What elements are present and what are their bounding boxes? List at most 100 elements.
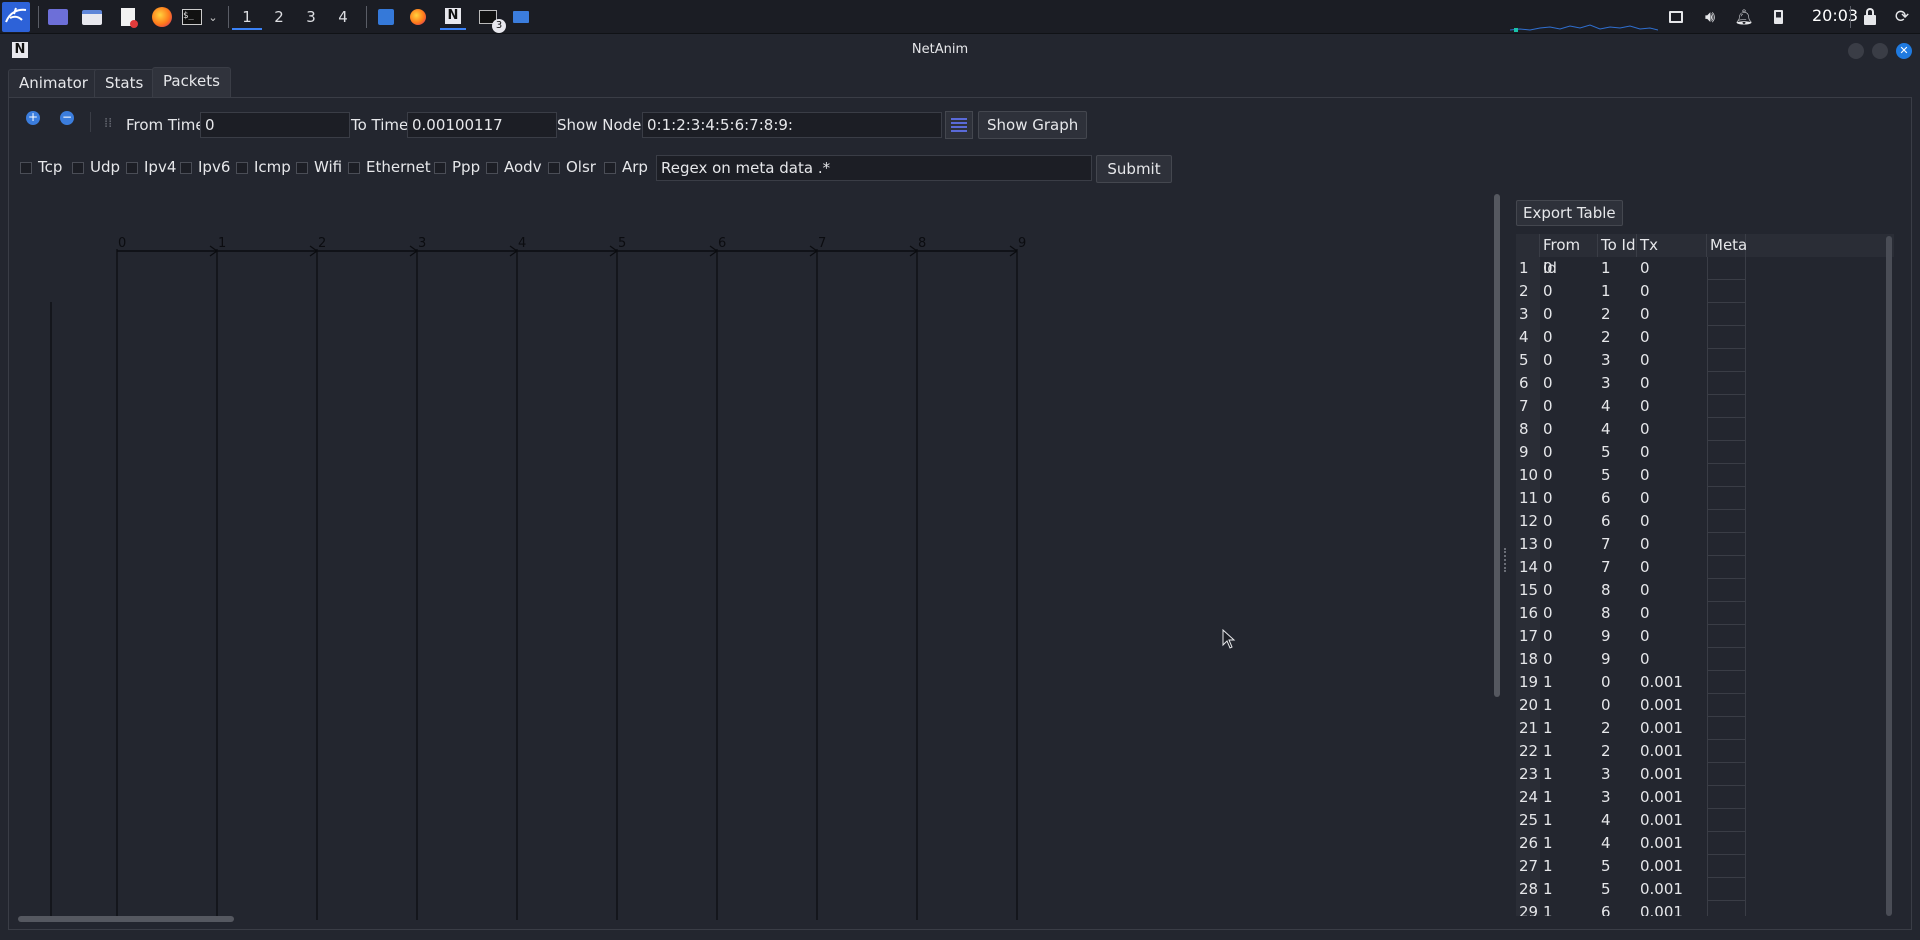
to-id-cell[interactable]: 1 — [1598, 257, 1637, 280]
from-id-cell[interactable]: 0 — [1540, 648, 1598, 671]
table-row[interactable]: 24 1 3 0.001 — [1516, 786, 1894, 809]
to-id-cell[interactable]: 5 — [1598, 441, 1637, 464]
from-id-cell[interactable]: 1 — [1540, 671, 1598, 694]
volume-icon[interactable]: 🔊︎ — [1698, 4, 1722, 30]
to-id-cell[interactable]: 3 — [1598, 349, 1637, 372]
meta-cell[interactable] — [1707, 418, 1746, 441]
meta-cell[interactable] — [1707, 786, 1746, 809]
row-number[interactable]: 27 — [1516, 855, 1540, 878]
chevron-down-icon[interactable]: ⌄ — [206, 4, 220, 30]
tx-cell[interactable]: 0 — [1637, 510, 1707, 533]
from-id-cell[interactable]: 0 — [1540, 349, 1598, 372]
table-row[interactable]: 13 0 7 0 — [1516, 533, 1894, 556]
row-number[interactable]: 21 — [1516, 717, 1540, 740]
column-header-tx[interactable]: Tx — [1637, 234, 1707, 257]
workspace-4[interactable]: 4 — [328, 4, 358, 30]
from-id-cell[interactable]: 1 — [1540, 855, 1598, 878]
tx-cell[interactable]: 0.001 — [1637, 740, 1707, 763]
table-row[interactable]: 27 1 5 0.001 — [1516, 855, 1894, 878]
row-number[interactable]: 8 — [1516, 418, 1540, 441]
packet-flow-graph[interactable]: 0 1 2 3 4 5 6 7 8 9 — [15, 192, 1495, 920]
terminal-window-icon[interactable]: 3 — [474, 4, 506, 33]
to-id-cell[interactable]: 3 — [1598, 763, 1637, 786]
tab-animator[interactable]: Animator — [8, 69, 99, 97]
meta-cell[interactable] — [1707, 855, 1746, 878]
workspace-1[interactable]: 1 — [232, 4, 262, 30]
from-id-cell[interactable]: 0 — [1540, 418, 1598, 441]
tab-packets[interactable]: Packets — [152, 67, 231, 98]
display-icon[interactable] — [1664, 4, 1688, 30]
notification-bell-icon[interactable]: 🔔︎ — [1732, 4, 1756, 30]
table-row[interactable]: 3020 — [1516, 303, 1894, 326]
row-number[interactable]: 15 — [1516, 579, 1540, 602]
tx-cell[interactable]: 0.001 — [1637, 671, 1707, 694]
from-id-cell[interactable]: 1 — [1540, 832, 1598, 855]
graph-horizontal-scrollbar[interactable] — [18, 916, 234, 922]
meta-cell[interactable] — [1707, 280, 1746, 303]
file-manager-icon[interactable] — [80, 4, 104, 30]
text-editor-icon[interactable] — [116, 4, 140, 30]
regex-input[interactable]: .* — [818, 159, 830, 177]
meta-cell[interactable] — [1707, 809, 1746, 832]
tx-cell[interactable]: 0 — [1637, 257, 1707, 280]
from-id-cell[interactable]: 0 — [1540, 395, 1598, 418]
from-id-cell[interactable]: 0 — [1540, 303, 1598, 326]
tx-cell[interactable]: 0.001 — [1637, 855, 1707, 878]
tx-cell[interactable]: 0 — [1637, 303, 1707, 326]
workspace-3[interactable]: 3 — [296, 4, 326, 30]
meta-cell[interactable] — [1707, 303, 1746, 326]
zoom-in-icon[interactable]: + — [26, 111, 40, 125]
netanim-window-icon[interactable]: N — [440, 4, 466, 30]
row-number[interactable]: 10 — [1516, 464, 1540, 487]
show-graph-button[interactable]: Show Graph — [978, 111, 1088, 139]
meta-cell[interactable] — [1707, 671, 1746, 694]
table-row[interactable]: 19 1 0 0.001 — [1516, 671, 1894, 694]
from-id-cell[interactable]: 1 — [1540, 740, 1598, 763]
firefox-icon[interactable] — [150, 4, 174, 30]
to-id-cell[interactable]: 2 — [1598, 326, 1637, 349]
from-id-cell[interactable]: 1 — [1540, 763, 1598, 786]
from-id-cell[interactable]: 1 — [1540, 694, 1598, 717]
from-id-cell[interactable]: 0 — [1540, 602, 1598, 625]
row-number[interactable]: 29 — [1516, 901, 1540, 916]
from-id-cell[interactable]: 0 — [1540, 257, 1598, 280]
from-id-cell[interactable]: 0 — [1540, 372, 1598, 395]
tx-cell[interactable]: 0 — [1637, 556, 1707, 579]
to-id-cell[interactable]: 3 — [1598, 786, 1637, 809]
tx-cell[interactable]: 0.001 — [1637, 763, 1707, 786]
to-time-input[interactable]: 0.00100117 — [407, 112, 557, 138]
from-id-cell[interactable]: 0 — [1540, 533, 1598, 556]
tx-cell[interactable]: 0 — [1637, 648, 1707, 671]
to-id-cell[interactable]: 2 — [1598, 303, 1637, 326]
from-time-input[interactable]: 0 — [200, 112, 350, 138]
row-number[interactable]: 14 — [1516, 556, 1540, 579]
row-number[interactable]: 11 — [1516, 487, 1540, 510]
row-number[interactable]: 13 — [1516, 533, 1540, 556]
tx-cell[interactable]: 0.001 — [1637, 694, 1707, 717]
from-id-cell[interactable]: 0 — [1540, 326, 1598, 349]
zoom-out-icon[interactable]: − — [60, 111, 74, 125]
row-number[interactable]: 26 — [1516, 832, 1540, 855]
from-id-cell[interactable]: 0 — [1540, 280, 1598, 303]
from-id-cell[interactable]: 1 — [1540, 878, 1598, 901]
to-id-cell[interactable]: 4 — [1598, 809, 1637, 832]
meta-cell[interactable] — [1707, 326, 1746, 349]
column-header-to-id[interactable]: To Id — [1598, 234, 1637, 257]
to-id-cell[interactable]: 2 — [1598, 717, 1637, 740]
to-id-cell[interactable]: 9 — [1598, 648, 1637, 671]
lock-icon[interactable] — [1858, 4, 1882, 30]
minimize-button[interactable] — [1848, 43, 1864, 59]
to-id-cell[interactable]: 5 — [1598, 878, 1637, 901]
row-number[interactable]: 7 — [1516, 395, 1540, 418]
table-row[interactable]: 18 0 9 0 — [1516, 648, 1894, 671]
tab-stats[interactable]: Stats — [94, 69, 155, 97]
table-row[interactable]: 22 1 2 0.001 — [1516, 740, 1894, 763]
maximize-button[interactable] — [1872, 43, 1888, 59]
to-id-cell[interactable]: 5 — [1598, 855, 1637, 878]
row-number[interactable]: 23 — [1516, 763, 1540, 786]
from-id-cell[interactable]: 0 — [1540, 625, 1598, 648]
table-row[interactable]: 16 0 8 0 — [1516, 602, 1894, 625]
tx-cell[interactable]: 0.001 — [1637, 809, 1707, 832]
to-id-cell[interactable]: 8 — [1598, 579, 1637, 602]
row-number[interactable]: 25 — [1516, 809, 1540, 832]
